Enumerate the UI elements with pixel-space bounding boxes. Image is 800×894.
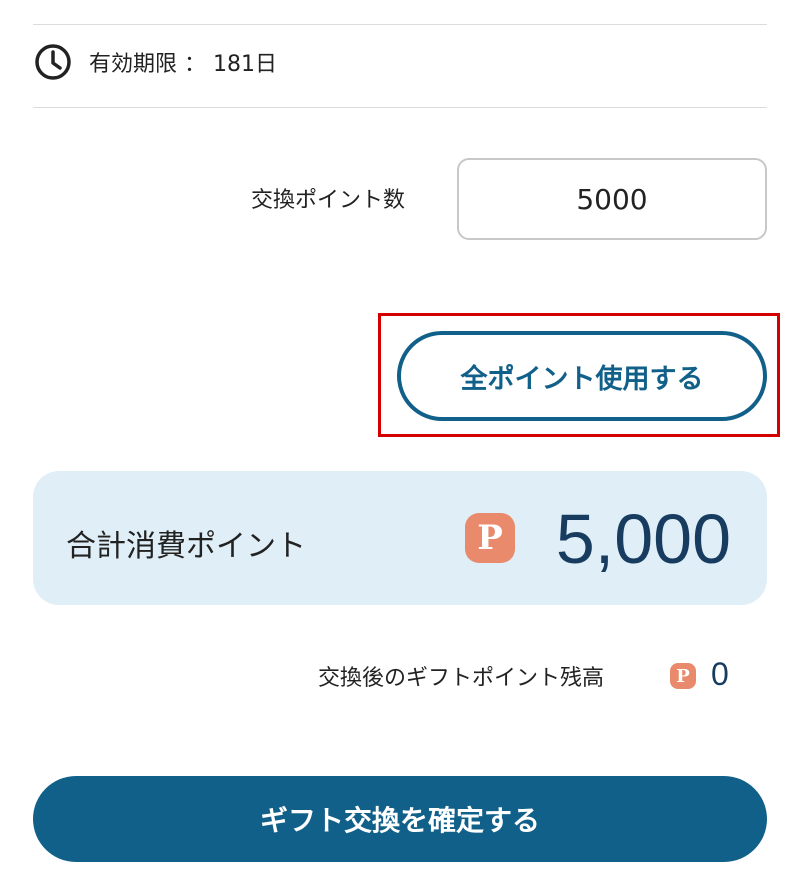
point-badge-small-icon: P bbox=[670, 663, 696, 689]
clock-icon bbox=[33, 42, 73, 82]
total-points-label: 合計消費ポイント bbox=[66, 529, 306, 564]
balance-value: 0 bbox=[711, 656, 729, 692]
exchange-points-row: 交換ポイント数 bbox=[33, 158, 767, 242]
expiry-row: 有効期限 ： 181日 bbox=[33, 40, 277, 84]
total-points-panel: 合計消費ポイント P 5,000 bbox=[33, 471, 767, 605]
point-badge-icon: P bbox=[465, 513, 515, 563]
exchange-points-label: 交換ポイント数 bbox=[250, 188, 405, 213]
balance-row: 交換後のギフトポイント残高 P 0 bbox=[33, 650, 767, 700]
use-all-points-button[interactable]: 全ポイント使用する bbox=[397, 331, 767, 421]
balance-label: 交換後のギフトポイント残高 bbox=[317, 666, 604, 691]
exchange-points-input[interactable] bbox=[457, 158, 767, 240]
top-divider bbox=[33, 24, 767, 25]
confirm-exchange-button[interactable]: ギフト交換を確定する bbox=[33, 776, 767, 862]
middle-divider bbox=[33, 107, 767, 108]
expiry-text: 有効期限 ： 181日 bbox=[89, 52, 277, 77]
total-points-value: 5,000 bbox=[555, 500, 731, 578]
